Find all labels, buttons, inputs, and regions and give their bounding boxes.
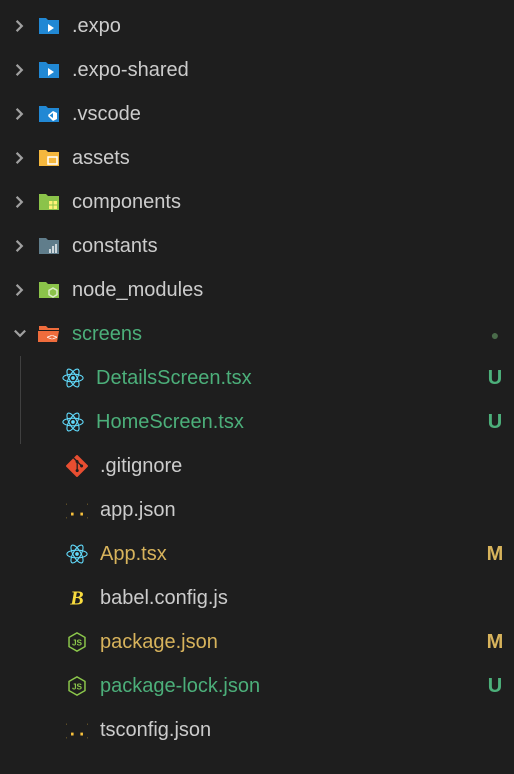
chevron-right-icon[interactable]: [8, 146, 32, 170]
tree-folder[interactable]: constants: [0, 224, 514, 268]
tree-file[interactable]: package-lock.jsonU: [0, 664, 514, 708]
git-status-badge: U: [476, 367, 514, 390]
folder-expo-icon: [36, 13, 62, 39]
tree-item-label: components: [72, 191, 476, 214]
git-status-badge: [476, 323, 514, 346]
tree-file[interactable]: HomeScreen.tsxU: [0, 400, 514, 444]
tree-file[interactable]: app.json: [0, 488, 514, 532]
tree-folder[interactable]: components: [0, 180, 514, 224]
svg-text:<>: <>: [47, 333, 58, 343]
babel-icon: [64, 585, 90, 611]
tree-folder[interactable]: assets: [0, 136, 514, 180]
folder-components-icon: [36, 189, 62, 215]
git-status-badge: U: [476, 675, 514, 698]
tree-item-label: constants: [72, 235, 476, 258]
folder-vscode-icon: [36, 101, 62, 127]
git-status-badge: M: [476, 543, 514, 566]
tree-item-label: .expo-shared: [72, 59, 476, 82]
tree-item-label: screens: [72, 323, 476, 346]
tree-folder[interactable]: .expo-shared: [0, 48, 514, 92]
chevron-right-icon[interactable]: [8, 278, 32, 302]
tree-item-label: babel.config.js: [100, 587, 476, 610]
tree-item-label: DetailsScreen.tsx: [96, 367, 476, 390]
react-icon: [64, 541, 90, 567]
tree-item-label: node_modules: [72, 279, 476, 302]
tree-item-label: package-lock.json: [100, 675, 476, 698]
nodejs-icon: [64, 673, 90, 699]
tree-file[interactable]: App.tsxM: [0, 532, 514, 576]
chevron-right-icon[interactable]: [8, 190, 32, 214]
nodejs-icon: [64, 629, 90, 655]
json-icon: [64, 717, 90, 743]
tree-item-label: .expo: [72, 15, 476, 38]
folder-screens-icon: <>: [36, 321, 62, 347]
tree-item-label: .gitignore: [100, 455, 476, 478]
tree-file[interactable]: .gitignore: [0, 444, 514, 488]
tree-folder[interactable]: node_modules: [0, 268, 514, 312]
tree-folder[interactable]: .vscode: [0, 92, 514, 136]
tree-file[interactable]: tsconfig.json: [0, 708, 514, 752]
chevron-right-icon[interactable]: [8, 234, 32, 258]
tree-file[interactable]: package.jsonM: [0, 620, 514, 664]
git-status-badge: U: [476, 411, 514, 434]
folder-node-icon: [36, 277, 62, 303]
tree-item-label: HomeScreen.tsx: [96, 411, 476, 434]
folder-constants-icon: [36, 233, 62, 259]
tree-folder[interactable]: <> screens: [0, 312, 514, 356]
tree-item-label: app.json: [100, 499, 476, 522]
file-explorer-tree: .expo .expo-shared .vscode assets components…: [0, 4, 514, 752]
tree-folder[interactable]: .expo: [0, 4, 514, 48]
tree-item-label: assets: [72, 147, 476, 170]
react-icon: [60, 409, 86, 435]
chevron-right-icon[interactable]: [8, 58, 32, 82]
tree-item-label: package.json: [100, 631, 476, 654]
folder-assets-icon: [36, 145, 62, 171]
tree-file[interactable]: DetailsScreen.tsxU: [0, 356, 514, 400]
folder-expo-icon: [36, 57, 62, 83]
tree-file[interactable]: babel.config.js: [0, 576, 514, 620]
chevron-right-icon[interactable]: [8, 14, 32, 38]
tree-item-label: App.tsx: [100, 543, 476, 566]
git-status-badge: M: [476, 631, 514, 654]
chevron-down-icon[interactable]: [8, 322, 32, 346]
tree-item-label: tsconfig.json: [100, 719, 476, 742]
react-icon: [60, 365, 86, 391]
tree-item-label: .vscode: [72, 103, 476, 126]
json-icon: [64, 497, 90, 523]
git-icon: [64, 453, 90, 479]
chevron-right-icon[interactable]: [8, 102, 32, 126]
